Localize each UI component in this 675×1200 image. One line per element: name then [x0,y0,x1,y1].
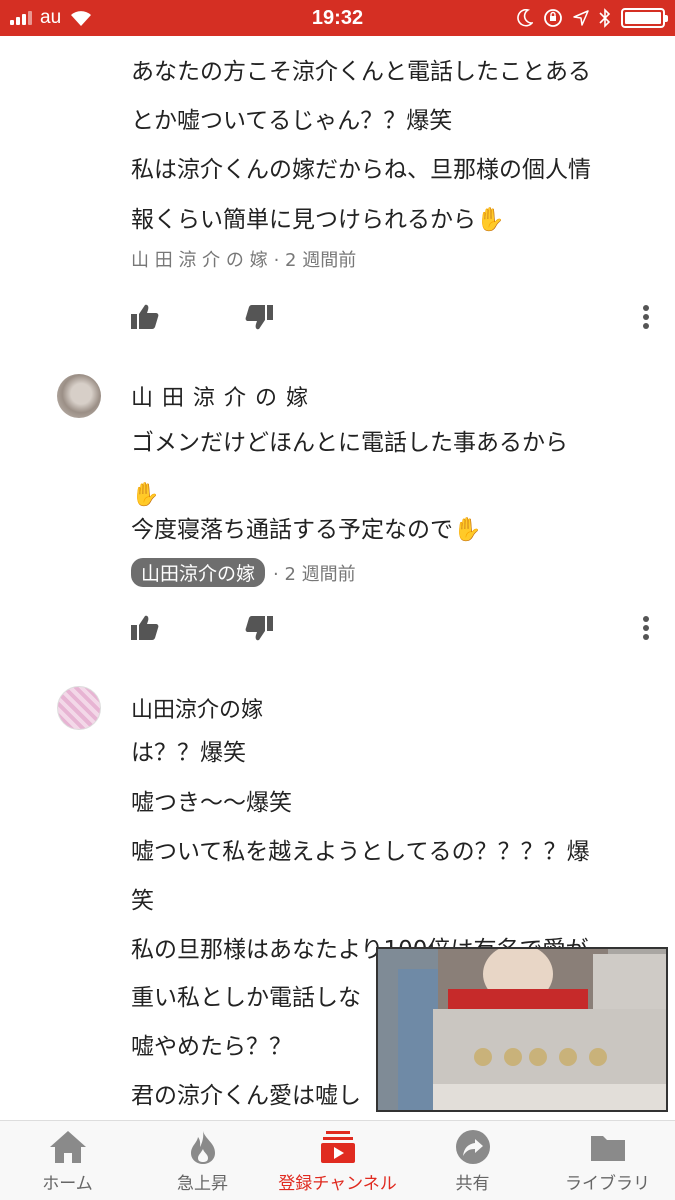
comment-text-line: 重い私としか電話しな [131,985,361,1011]
comment-meta: 山 田 涼 介 の 嫁 · 2 週間前 [131,246,356,272]
library-folder-icon [590,1136,625,1161]
thumbs-down-icon [245,305,273,330]
battery-icon [621,8,668,28]
comment-meta: 山田涼介の嫁 · 2 週間前 [131,558,356,587]
more-vertical-icon [643,305,649,329]
comment-author[interactable]: 山 田 涼 介 の 嫁 [131,380,309,412]
comment-text-line: 嘘やめたら？？ [131,1034,292,1060]
mini-player[interactable] [376,947,668,1112]
video-thumbnail [378,949,666,1110]
nav-label: 登録チャンネル [278,1174,397,1194]
comment-actions [128,611,658,647]
more-options-button[interactable] [634,611,658,645]
comment-text-line: とか嘘ついてるじゃん？？爆笑 [131,108,453,134]
comment-text-line: あなたの方こそ涼介くんと電話したことある [131,59,591,85]
more-options-button[interactable] [634,300,658,334]
moon-icon [517,9,533,27]
status-bar: au 19:32 [0,0,675,36]
avatar[interactable] [57,686,101,730]
comment-text-line: 嘘ついて私を越えようとしてるの？？？？爆 [131,839,590,865]
subscriptions-icon [320,1131,355,1163]
location-arrow-icon [573,10,589,26]
nav-home[interactable]: ホーム [0,1121,135,1200]
comment-text-line: ゴメンだけどほんとに電話した事あるから [131,430,568,456]
thumbs-up-icon [131,615,159,640]
comment-author[interactable]: 山 田 涼 介 の 嫁 [131,246,268,272]
comment-timestamp: · 2 週間前 [273,563,356,585]
nav-subscriptions[interactable]: 登録チャンネル [270,1121,405,1200]
nav-label: ライブラリ [565,1174,650,1194]
share-icon [455,1130,490,1164]
more-vertical-icon [643,616,649,640]
trending-flame-icon [190,1131,215,1164]
comment-text-line: 笑 [131,888,154,914]
orientation-lock-icon [544,9,562,27]
nav-share[interactable]: 共有 [405,1121,540,1200]
comment-text-line: 今度寝落ち通話する予定なので✋ [131,517,482,543]
comment-actions [128,300,658,336]
comment-text-line: 君の涼介くん愛は嘘し [131,1083,361,1109]
nav-label: 共有 [455,1174,490,1194]
dislike-button[interactable] [242,300,276,334]
comment-text-line: 嘘つき〜〜爆笑 [131,790,292,816]
bottom-nav: ホーム 急上昇 登録チャンネル 共有 ライブラリ [0,1120,675,1200]
comment-author[interactable]: 山田涼介の嫁 [131,692,263,724]
dislike-button[interactable] [242,611,276,645]
nav-trending[interactable]: 急上昇 [135,1121,270,1200]
bluetooth-icon [599,8,611,28]
status-right [517,6,668,30]
like-button[interactable] [128,300,162,334]
channel-owner-badge[interactable]: 山田涼介の嫁 [131,558,266,587]
comment-timestamp: · 2 週間前 [273,250,357,271]
thumbs-up-icon [131,304,159,329]
nav-label: 急上昇 [177,1174,228,1194]
nav-library[interactable]: ライブラリ [540,1121,675,1200]
avatar[interactable] [57,374,101,418]
home-icon [49,1131,86,1163]
comment-text-line: 私は涼介くんの嫁だからね、旦那様の個人情 [131,157,591,183]
thumbs-down-icon [245,616,273,641]
comment-text-line: は？？爆笑 [131,740,246,766]
comment-text-line: ✋ [131,482,160,508]
nav-label: ホーム [42,1174,93,1194]
like-button[interactable] [128,611,162,645]
comment-text-line: 報くらい簡単に見つけられるから✋ [131,207,505,233]
